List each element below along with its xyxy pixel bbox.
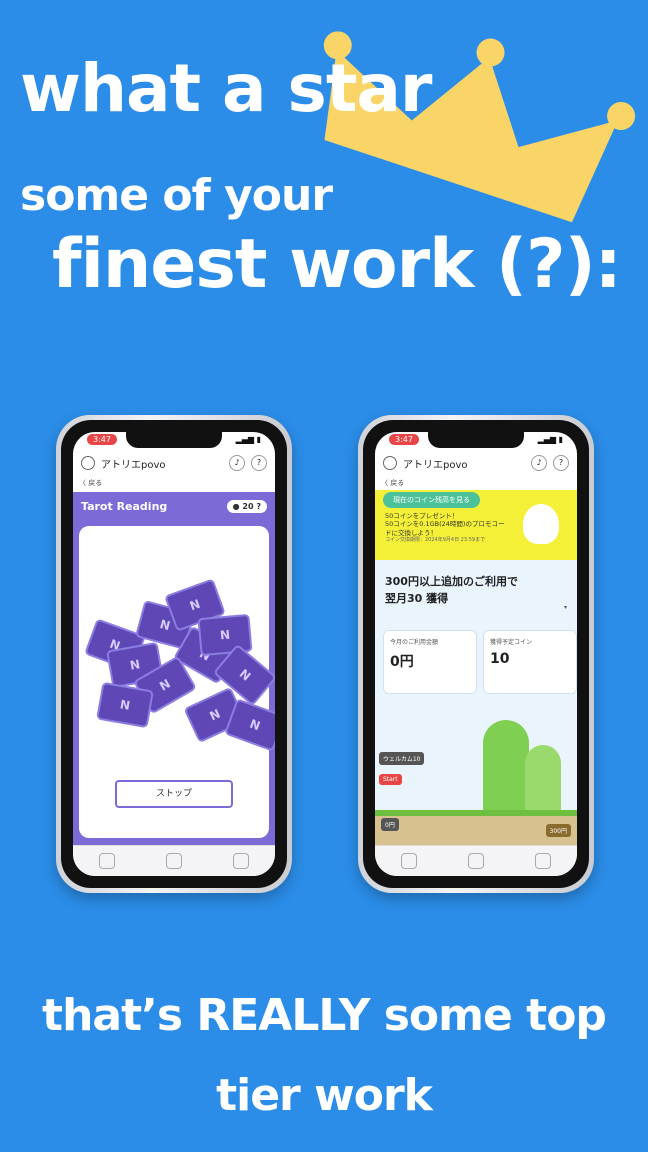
tab-bar [73,845,275,876]
status-time: 3:47 [87,434,117,445]
tarot-header: Tarot Reading ● 20 ? [73,492,275,520]
bell-icon[interactable]: ♪ [229,455,245,471]
status-icons: ▂▄▆ ▮ [235,435,261,444]
headline-line3: finest work (?): [52,225,622,304]
mascot-illustration [523,504,559,544]
coin-box: 獲得予定コイン 10 [483,630,577,694]
yen-start: 0円 [381,818,399,831]
yen-end: 300円 [545,824,571,837]
tarot-area: ストップ [73,520,275,846]
back-link[interactable]: 〈 戻る [381,478,404,488]
banner-text: 50コインをプレゼント！ 50コインを0.1GB(24時間)のプロモコードに交換… [385,512,505,544]
status-time: 3:47 [389,434,419,445]
promo-banner[interactable]: 現在のコイン残高を見る 50コインをプレゼント！ 50コインを0.1GB(24時… [375,490,577,560]
footer-line2: tier work [216,1070,433,1121]
card-table: ストップ [79,526,275,838]
hill-illustration [483,720,529,820]
tarot-title: Tarot Reading [81,499,168,513]
month-selector[interactable]: ▾ [564,604,567,611]
coin-value: 10 [490,651,510,667]
history-tab-icon[interactable] [165,853,182,869]
coin-badge: ● 20 ? [226,499,267,513]
tab-bar [375,845,577,876]
usage-value: 0円 [390,654,414,670]
app-bar: アトリエpovo ♪ ? [73,450,275,476]
usage-box: 今月のご利用金額 0円 [383,630,477,694]
atelier-tab-icon[interactable] [535,853,552,869]
offer-title: 300円以上追加のご利用で 翌月30 獲得 [385,575,518,605]
status-icons: ▂▄▆ ▮ [537,435,563,444]
footer-line1: that’s REALLY some top [42,990,607,1041]
app-bar: アトリエpovo ♪ ? [375,450,577,476]
bell-icon[interactable]: ♪ [531,455,547,471]
start-tag: Start [379,774,402,785]
home-tab-icon[interactable] [400,853,417,869]
help-icon[interactable]: ? [251,455,267,471]
coin-balance-button[interactable]: 現在のコイン残高を見る [383,492,480,508]
headline-line2: some of your [20,170,333,221]
headline-line1: what a star [20,50,432,127]
offer-section: 300円以上追加のご利用で 翌月30 獲得 ▾ 今月のご利用金額 0円 獲得予定… [375,560,577,850]
help-icon[interactable]: ? [553,455,569,471]
app-title: アトリエpovo [403,459,468,471]
history-tab-icon[interactable] [467,853,484,869]
welcome-tag: ウェルカム10 [379,752,425,765]
phone-right: 3:47 ▂▄▆ ▮ アトリエpovo ♪ ? 〈 戻る 現在のコイン残高を見る… [358,415,594,893]
app-title: アトリエpovo [101,459,166,471]
stop-button[interactable]: ストップ [115,780,233,808]
tarot-screen: 3:47 ▂▄▆ ▮ アトリエpovo ♪ ? 〈 戻る Tarot Readi… [73,432,275,876]
back-link[interactable]: 〈 戻る [79,478,102,488]
povo-screen: 3:47 ▂▄▆ ▮ アトリエpovo ♪ ? 〈 戻る 現在のコイン残高を見る… [375,432,577,876]
user-icon[interactable] [383,456,397,470]
phone-left: 3:47 ▂▄▆ ▮ アトリエpovo ♪ ? 〈 戻る Tarot Readi… [56,415,292,893]
atelier-tab-icon[interactable] [233,853,250,869]
hill-illustration [525,745,561,820]
home-tab-icon[interactable] [98,853,115,869]
ground-strip: 0円 300円 [375,810,577,846]
user-icon[interactable] [81,456,95,470]
tarot-card[interactable] [96,681,154,729]
